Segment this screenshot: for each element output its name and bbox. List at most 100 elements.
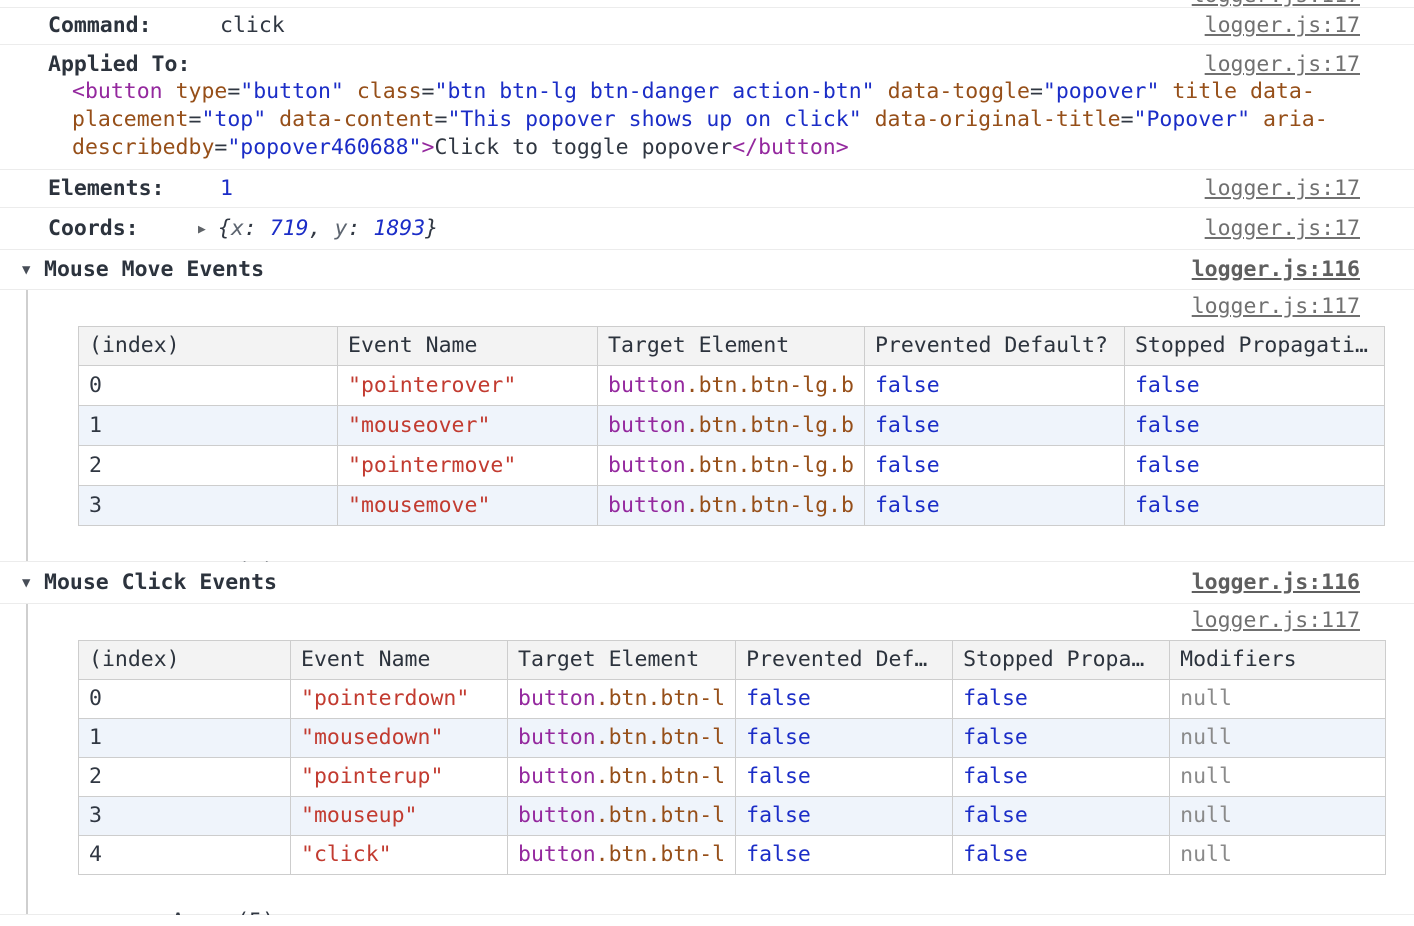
table-cell: 1 xyxy=(79,719,291,758)
code-token: title xyxy=(1172,79,1237,104)
table-cell: "mousemove" xyxy=(338,486,598,526)
node-tag: button xyxy=(518,725,596,750)
table-cell: "pointermove" xyxy=(338,446,598,486)
group-title: Mouse Click Events xyxy=(44,570,277,595)
log-row-command: Command: click logger.js:17 xyxy=(0,8,1414,45)
group-collapse-icon[interactable]: ▼ xyxy=(22,575,30,591)
node-classes: .btn.btn-lg.b xyxy=(686,453,854,478)
source-link[interactable]: logger.js:17 xyxy=(1205,52,1360,77)
table-cell: button.btn.btn-lg.b xyxy=(598,486,865,526)
node-tag: button xyxy=(608,373,686,398)
table-header-row: (index)Event NameTarget ElementPrevented… xyxy=(79,641,1386,680)
table-cell: false xyxy=(864,406,1124,446)
code-token: } xyxy=(425,216,438,241)
expand-triangle-icon[interactable]: ▶ xyxy=(198,222,206,237)
code-token: y xyxy=(335,216,348,241)
node-classes: .btn.btn-l xyxy=(596,725,725,750)
log-row-elements: Elements: 1 logger.js:17 xyxy=(0,170,1414,208)
node-tag: button xyxy=(518,764,596,789)
code-token: "button" xyxy=(240,79,344,104)
coords-object-preview[interactable]: {x: 719, y: 1893} xyxy=(218,216,438,241)
code-token: : xyxy=(347,216,373,241)
column-header: Stopped Propagati… xyxy=(1124,327,1384,366)
group-title: Mouse Move Events xyxy=(44,257,264,282)
code-token: = xyxy=(227,79,240,104)
applied-to-label: Applied To: xyxy=(48,52,190,77)
table-cell: null xyxy=(1170,719,1386,758)
code-token: <button xyxy=(72,79,163,104)
code-token: { xyxy=(218,216,231,241)
table-cell: false xyxy=(736,797,953,836)
table-cell: null xyxy=(1170,680,1386,719)
command-value: click xyxy=(220,13,285,38)
code-token: = xyxy=(214,135,227,160)
table-cell: null xyxy=(1170,836,1386,875)
code-token xyxy=(163,79,176,104)
table-cell: "mouseover" xyxy=(338,406,598,446)
code-token: </button> xyxy=(732,135,849,160)
source-link[interactable]: logger.js:17 xyxy=(1205,216,1360,241)
group-collapse-icon[interactable]: ▼ xyxy=(22,262,30,278)
node-tag: button xyxy=(608,413,686,438)
table-cell: 2 xyxy=(79,758,291,797)
table-cell: false xyxy=(736,758,953,797)
table-cell: false xyxy=(736,836,953,875)
source-link[interactable]: logger.js:117 xyxy=(1192,0,1360,8)
source-link[interactable]: logger.js:116 xyxy=(1192,570,1360,595)
code-token xyxy=(875,79,888,104)
node-classes: .btn.btn-lg.b xyxy=(686,493,854,518)
table-cell: false xyxy=(953,680,1170,719)
table-row: 2"pointerup"button.btn.btn-lfalsefalsenu… xyxy=(79,758,1386,797)
code-token: "popover460688" xyxy=(227,135,421,160)
code-token: "popover" xyxy=(1043,79,1160,104)
code-token xyxy=(266,107,279,132)
console-bottom-space xyxy=(0,915,1414,926)
table-cell: "pointerover" xyxy=(338,366,598,406)
group-content-mouse-move-events: logger.js:117 (index)Event NameTarget El… xyxy=(0,290,1414,562)
log-row-coords: Coords: ▶ {x: 719, y: 1893} logger.js:17 xyxy=(0,208,1414,250)
code-token: "top" xyxy=(201,107,266,132)
source-link[interactable]: logger.js:17 xyxy=(1205,13,1360,38)
table-cell: 3 xyxy=(79,486,338,526)
node-tag: button xyxy=(518,803,596,828)
table-cell: "click" xyxy=(291,836,508,875)
console-output: logger.js:117 Command: click logger.js:1… xyxy=(0,0,1414,926)
group-header-mouse-click-events[interactable]: ▼ Mouse Click Events logger.js:116 xyxy=(0,562,1414,604)
column-header: Event Name xyxy=(291,641,508,680)
group-header-mouse-move-events[interactable]: ▼ Mouse Move Events logger.js:116 xyxy=(0,250,1414,290)
code-line: placement="top" data-content="This popov… xyxy=(72,106,1328,134)
source-link[interactable]: logger.js:17 xyxy=(1205,176,1360,201)
column-header: Prevented Default? xyxy=(864,327,1124,366)
code-token: data-content xyxy=(279,107,434,132)
table-row: 1"mouseover"button.btn.btn-lg.bfalsefals… xyxy=(79,406,1385,446)
column-header: Modifiers xyxy=(1170,641,1386,680)
column-header: Target Element xyxy=(508,641,736,680)
table-row: 1"mousedown"button.btn.btn-lfalsefalsenu… xyxy=(79,719,1386,758)
group-content-mouse-click-events: logger.js:117 (index)Event NameTarget El… xyxy=(0,604,1414,915)
mouse-move-events-table: (index)Event NameTarget ElementPrevented… xyxy=(78,326,1385,526)
table-cell: "pointerup" xyxy=(291,758,508,797)
table-cell: "pointerdown" xyxy=(291,680,508,719)
code-token xyxy=(1250,107,1263,132)
code-token: x xyxy=(231,216,244,241)
table-cell: false xyxy=(1124,486,1384,526)
code-line: <button type="button" class="btn btn-lg … xyxy=(72,78,1328,106)
table-cell: false xyxy=(953,797,1170,836)
code-token: Click to toggle popover xyxy=(434,135,732,160)
code-token xyxy=(344,79,357,104)
node-classes: .btn.btn-lg.b xyxy=(686,413,854,438)
table-cell: button.btn.btn-lg.b xyxy=(598,406,865,446)
column-header: Prevented Def… xyxy=(736,641,953,680)
source-link[interactable]: logger.js:116 xyxy=(1192,257,1360,282)
coords-label: Coords: xyxy=(48,216,139,241)
log-row-applied-to: Applied To: logger.js:17 <button type="b… xyxy=(0,45,1414,170)
source-link[interactable]: logger.js:117 xyxy=(1192,608,1360,633)
code-token: describedby xyxy=(72,135,214,160)
code-token xyxy=(862,107,875,132)
table-row: 3"mousemove"button.btn.btn-lg.bfalsefals… xyxy=(79,486,1385,526)
elements-label: Elements: xyxy=(48,176,165,201)
code-token: 719 xyxy=(270,216,309,241)
code-token: > xyxy=(422,135,435,160)
source-link[interactable]: logger.js:117 xyxy=(1192,294,1360,319)
table-cell: false xyxy=(864,446,1124,486)
